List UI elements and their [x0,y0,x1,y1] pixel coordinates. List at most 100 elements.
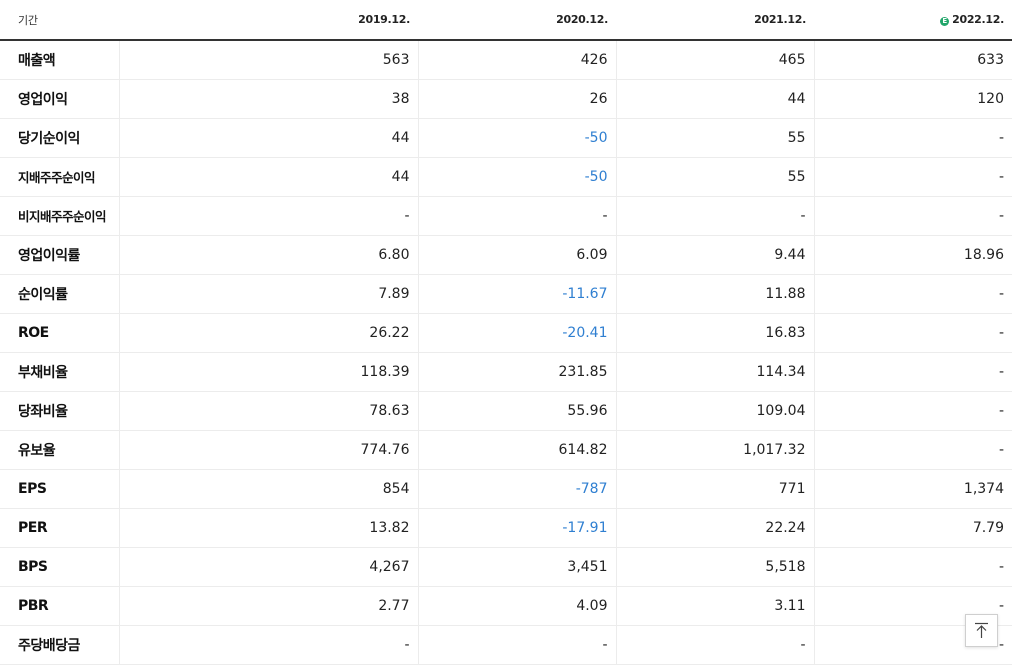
value-cell: -11.67 [417,274,616,314]
table-row: 부채비율 118.39 231.85 114.34- [0,351,1012,392]
table-row: 순이익률 7.89 -11.67 11.88- [0,274,1012,314]
table-row: 당기순이익 44 -50 55- [0,118,1012,158]
value-cell: 4.09 [417,586,616,626]
row-label: 순이익률 [0,274,119,314]
table-row: ROE 26.22 -20.41 16.83- [0,313,1012,353]
value-cell: 44 [615,79,814,119]
row-label: EPS [0,468,119,509]
value-cell: 465 [615,40,814,80]
period-2022-label: 2022.12. [952,13,1004,26]
row-label: 영업이익률 [0,234,119,275]
row-label: PBR [0,586,119,626]
value-cell: 114.34 [615,351,814,392]
value-cell: 78.63 [118,391,418,431]
value-cell: 854 [118,468,418,509]
row-label: 부채비율 [0,351,119,392]
row-label: 지배주주순이익 [0,157,119,197]
value-cell: 9.44 [615,234,814,275]
period-header-2019: 2019.12. [119,0,418,41]
row-label: 영업이익 [0,79,119,119]
value-cell: -20.41 [417,313,616,353]
table-row: 유보율 774.76 614.82 1,017.32- [0,430,1012,470]
value-cell: 55 [615,157,814,197]
value-cell: - [813,157,1012,197]
value-cell: - [813,118,1012,158]
value-cell: - [813,196,1012,236]
value-cell: 120 [813,79,1012,119]
value-cell: -787 [417,468,616,509]
value-cell: 7.89 [118,274,418,314]
value-cell: 1,017.32 [615,430,814,470]
value-cell: - [417,196,616,236]
value-cell: -50 [417,118,616,158]
value-cell: - [118,624,418,665]
value-cell: 44 [118,157,418,197]
value-cell: 5,518 [615,547,814,587]
table-row: 영업이익 38 26 44 120 [0,79,1012,119]
row-label: 유보율 [0,430,119,470]
value-cell: 13.82 [118,508,418,548]
arrow-up-to-line-icon [975,622,988,638]
value-cell: -50 [417,157,616,197]
value-cell: 44 [118,118,418,158]
table-row: PBR 2.77 4.09 3.11- [0,586,1012,626]
estimate-icon: E [940,17,950,26]
value-cell: -17.91 [417,508,616,548]
value-cell: 26 [417,79,616,119]
table-row: PER 13.82 -17.91 22.24 7.79 [0,508,1012,548]
value-cell: - [813,351,1012,392]
value-cell: 426 [417,40,616,80]
value-cell: 614.82 [417,430,616,470]
period-header-label: 기간 [0,0,119,41]
value-cell: 26.22 [118,313,418,353]
value-cell: - [813,313,1012,353]
value-cell: 11.88 [615,274,814,314]
value-cell: 6.80 [118,234,418,275]
value-cell: 118.39 [118,351,418,392]
value-cell: 231.85 [417,351,616,392]
financial-summary-table: 기간 2019.12. 2020.12. 2021.12. E 2022.12. … [0,0,1012,665]
period-header-2020: 2020.12. [418,0,616,41]
table-row: 매출액 563 426 465 633 [0,40,1012,80]
period-header-2021: 2021.12. [616,0,814,41]
value-cell: - [813,547,1012,587]
row-label: 당기순이익 [0,118,119,158]
value-cell: 771 [615,468,814,509]
value-cell: 7.79 [813,508,1012,548]
table-row: 비지배주주순이익 - - - - [0,196,1012,236]
table-body: 매출액 563 426 465 633 영업이익 38 26 44 120 당기순이익 44 -50 55… [0,40,1012,665]
value-cell: - [813,274,1012,314]
value-cell: 109.04 [615,391,814,431]
table-row: BPS 4,267 3,451 5,518- [0,547,1012,587]
table-row: 주당배당금 - - - - [0,624,1012,665]
value-cell: 55 [615,118,814,158]
value-cell: 563 [118,40,418,80]
header-row: 기간 2019.12. 2020.12. 2021.12. E 2022.12. [0,0,1012,41]
row-label: PER [0,508,119,548]
row-label: 매출액 [0,40,119,80]
value-cell: 16.83 [615,313,814,353]
value-cell: 774.76 [118,430,418,470]
row-label: 주당배당금 [0,624,119,665]
row-label: 비지배주주순이익 [0,196,119,236]
value-cell: - [417,624,616,665]
value-cell: 1,374 [813,468,1012,509]
table-row: 당좌비율 78.63 55.96 109.04- [0,391,1012,431]
value-cell: - [813,430,1012,470]
value-cell: 3,451 [417,547,616,587]
scroll-to-top-button[interactable] [965,614,998,647]
period-header-2022-estimate: E 2022.12. [814,0,1012,41]
row-label: ROE [0,313,119,353]
value-cell: - [615,624,814,665]
value-cell: 3.11 [615,586,814,626]
value-cell: 18.96 [813,234,1012,275]
table-row: 지배주주순이익 44 -50 55- [0,157,1012,197]
row-label: 당좌비율 [0,391,119,431]
table-row: EPS 854 -787 771 1,374 [0,468,1012,509]
value-cell: - [118,196,418,236]
value-cell: 2.77 [118,586,418,626]
value-cell: - [615,196,814,236]
value-cell: 4,267 [118,547,418,587]
value-cell: 633 [813,40,1012,80]
value-cell: - [813,391,1012,431]
